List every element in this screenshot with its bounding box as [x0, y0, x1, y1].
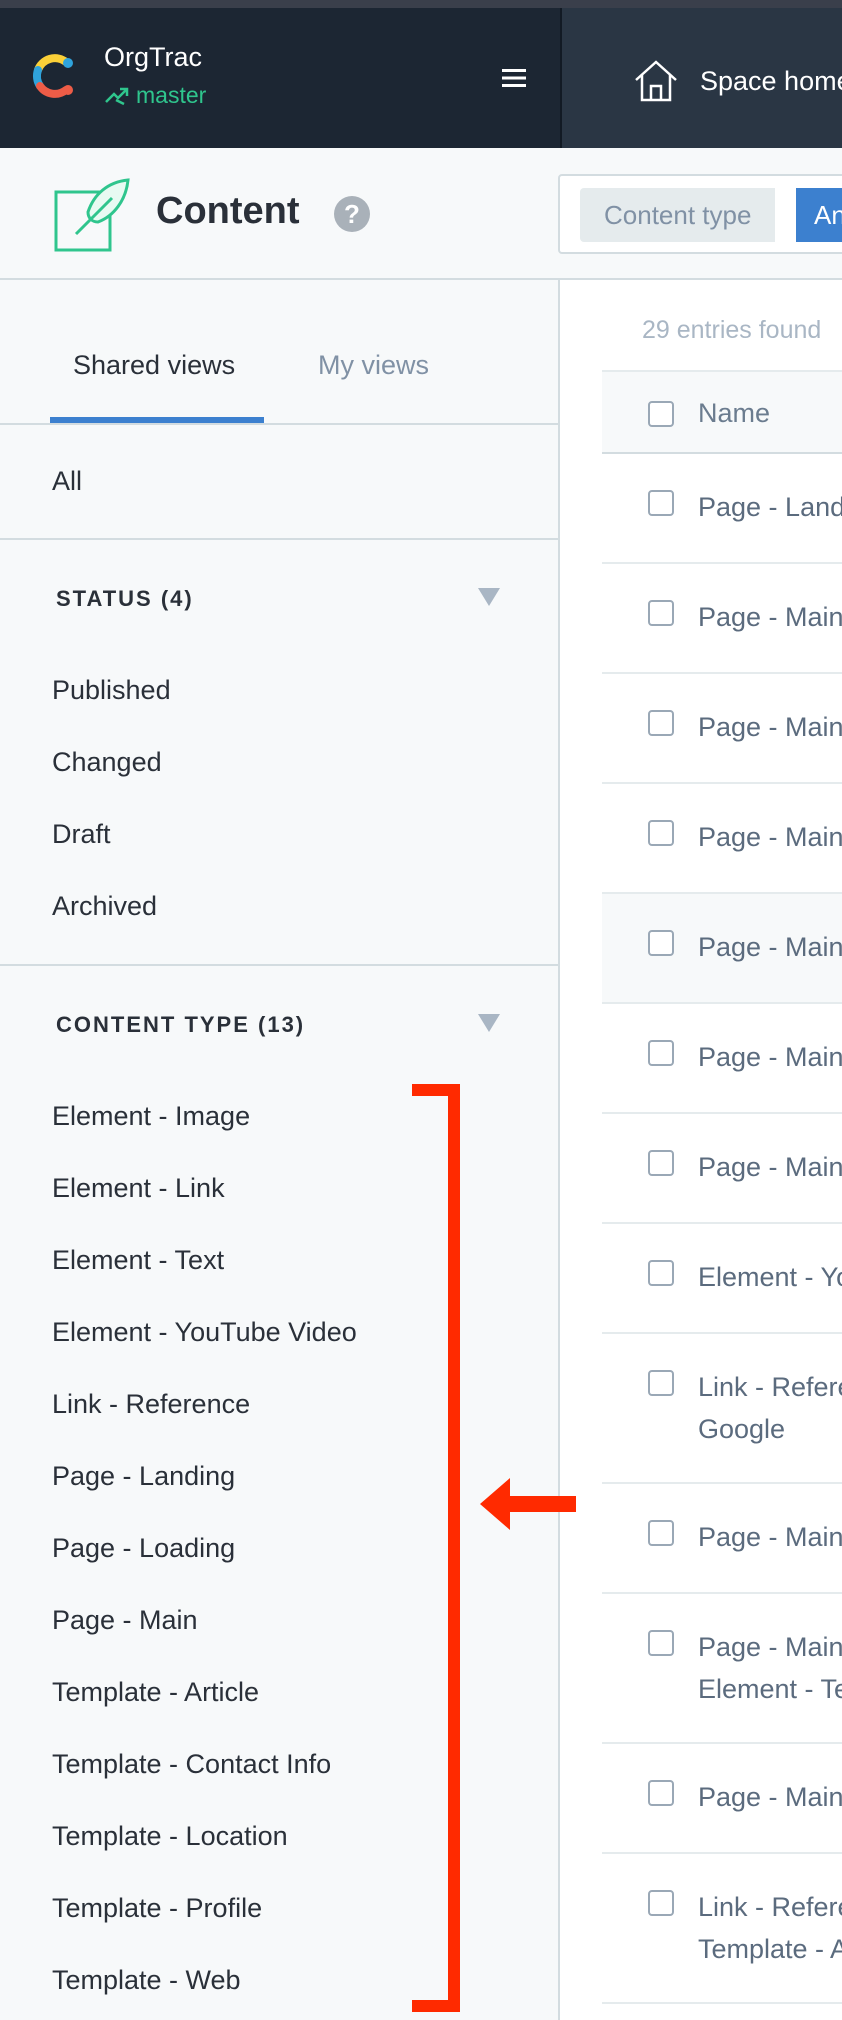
content-type-filter-item[interactable]: Template - Web — [0, 1944, 558, 2016]
tab-my-views[interactable]: My views — [318, 350, 429, 381]
active-tab-indicator — [50, 417, 264, 423]
row-checkbox[interactable] — [648, 1370, 674, 1396]
annotation-bracket — [412, 1084, 460, 2012]
row-checkbox[interactable] — [648, 820, 674, 846]
entries-count: 29 entries found — [642, 316, 822, 344]
selected-filter-pill[interactable]: An — [796, 188, 842, 242]
row-checkbox[interactable] — [648, 490, 674, 516]
row-checkbox[interactable] — [648, 1780, 674, 1806]
row-checkbox[interactable] — [648, 1520, 674, 1546]
status-filter-item[interactable]: Draft — [0, 798, 558, 870]
sidebar-divider — [0, 538, 558, 540]
status-filter-item[interactable]: Published — [0, 654, 558, 726]
row-checkbox[interactable] — [648, 1040, 674, 1066]
page: OrgTrac master Space home Content ? Cont… — [0, 0, 842, 2020]
top-navigation-bar: OrgTrac master Space home — [0, 8, 842, 148]
row-checkbox[interactable] — [648, 1630, 674, 1656]
home-icon — [635, 60, 677, 102]
entry-name: Page - Main — [698, 1522, 842, 1552]
table-row[interactable]: Page - Main — [602, 674, 842, 784]
entry-name: Page - Main — [698, 1042, 842, 1072]
entry-name: Page - Main Element - Text — [698, 1632, 842, 1704]
collapse-triangle-icon[interactable] — [478, 1014, 500, 1032]
content-type-filter-pill[interactable]: Content type — [580, 188, 776, 242]
content-type-filter-item[interactable]: Element - YouTube Video — [0, 1296, 558, 1368]
row-checkbox[interactable] — [648, 1260, 674, 1286]
sidebar-divider — [0, 964, 558, 966]
content-type-filter-item[interactable]: Page - Loading — [0, 1512, 558, 1584]
row-checkbox[interactable] — [648, 600, 674, 626]
entry-name: Link - Reference Template - Article — [698, 1892, 842, 1964]
tab-shared-views[interactable]: Shared views — [73, 350, 235, 381]
status-filter-list: Published Changed Draft Archived — [0, 654, 558, 942]
content-type-filter-item[interactable]: Page - Main — [0, 1584, 558, 1656]
content-type-filter-item[interactable]: Element - Image — [0, 1080, 558, 1152]
table-row[interactable]: Element - YouTube Video — [602, 1224, 842, 1334]
row-checkbox[interactable] — [648, 1150, 674, 1176]
content-type-section-header: CONTENT TYPE (13) — [56, 1012, 306, 1037]
window-top-strip — [0, 0, 842, 8]
content-header: Content ? Content type An — [0, 148, 842, 280]
table-row[interactable]: Page - Main — [602, 564, 842, 674]
space-switcher[interactable]: OrgTrac master — [0, 8, 562, 148]
content-type-filter-item[interactable]: Page - Landing — [0, 1440, 558, 1512]
environment-name: master — [136, 82, 207, 108]
row-checkbox[interactable] — [648, 1890, 674, 1916]
entry-name: Page - Main — [698, 822, 842, 852]
row-checkbox[interactable] — [648, 930, 674, 956]
table-row[interactable]: Page - Main — [602, 1114, 842, 1224]
content-type-filter-item[interactable]: Template - Profile — [0, 1872, 558, 1944]
select-all-checkbox[interactable] — [648, 401, 674, 427]
views-sidebar: Shared views My views All STATUS (4) Pub… — [0, 280, 560, 2020]
column-header-name[interactable]: Name — [698, 398, 770, 429]
annotation-arrow-icon — [480, 1478, 576, 1530]
content-type-filter-item[interactable]: Template - Article — [0, 1656, 558, 1728]
content-type-filter-item[interactable]: Template - Location — [0, 1800, 558, 1872]
entry-name: Page - Main — [698, 712, 842, 742]
table-row[interactable]: Link - Reference Template - Article — [602, 1854, 842, 2004]
content-feather-icon — [54, 178, 130, 252]
status-filter-item[interactable]: Changed — [0, 726, 558, 798]
entry-name: Page - Main — [698, 932, 842, 962]
table-row[interactable]: Page - Main — [602, 894, 842, 1004]
table-row[interactable]: Page - Main — [602, 784, 842, 894]
table-row[interactable]: Page - Landing — [602, 454, 842, 564]
entries-table: Name Page - Landing Page - Main Page - M… — [602, 370, 842, 2004]
content-type-filter-item[interactable]: Element - Text — [0, 1224, 558, 1296]
space-name: OrgTrac — [104, 42, 203, 72]
entry-name: Page - Main — [698, 602, 842, 632]
table-row[interactable]: Link - Reference Google — [602, 1334, 842, 1484]
content-type-filter-item[interactable]: Element - Link — [0, 1152, 558, 1224]
table-row[interactable]: Page - Main — [602, 1004, 842, 1114]
entry-name: Link - Reference Google — [698, 1372, 842, 1444]
branch-icon — [105, 87, 129, 106]
entry-name: Page - Main — [698, 1782, 842, 1812]
contentful-logo-icon — [32, 54, 73, 98]
status-filter-item[interactable]: Archived — [0, 870, 558, 942]
status-section-header: STATUS (4) — [56, 586, 194, 611]
content-type-filter-list: Element - Image Element - Link Element -… — [0, 1080, 558, 2016]
table-row[interactable]: Page - Main Element - Text — [602, 1594, 842, 1744]
row-checkbox[interactable] — [648, 710, 674, 736]
space-home-label: Space home — [700, 66, 842, 96]
table-row[interactable]: Page - Main — [602, 1484, 842, 1594]
hamburger-menu-icon[interactable] — [496, 60, 532, 96]
entry-name: Page - Main — [698, 1152, 842, 1182]
view-all[interactable]: All — [52, 466, 82, 497]
search-bar[interactable]: Content type An — [558, 174, 842, 254]
help-icon[interactable]: ? — [334, 196, 370, 232]
content-type-filter-item[interactable]: Link - Reference — [0, 1368, 558, 1440]
entry-name: Page - Landing — [698, 492, 842, 522]
collapse-triangle-icon[interactable] — [478, 588, 500, 606]
entry-name: Element - YouTube Video — [698, 1262, 842, 1292]
entries-panel: 29 entries found Name Page - Landing Pag… — [562, 280, 842, 2020]
table-row[interactable]: Page - Main — [602, 1744, 842, 1854]
page-title: Content — [156, 190, 300, 232]
table-header: Name — [602, 370, 842, 454]
environment-label: master — [104, 82, 206, 109]
views-tabs: Shared views My views — [0, 280, 558, 425]
content-type-filter-item[interactable]: Template - Contact Info — [0, 1728, 558, 1800]
